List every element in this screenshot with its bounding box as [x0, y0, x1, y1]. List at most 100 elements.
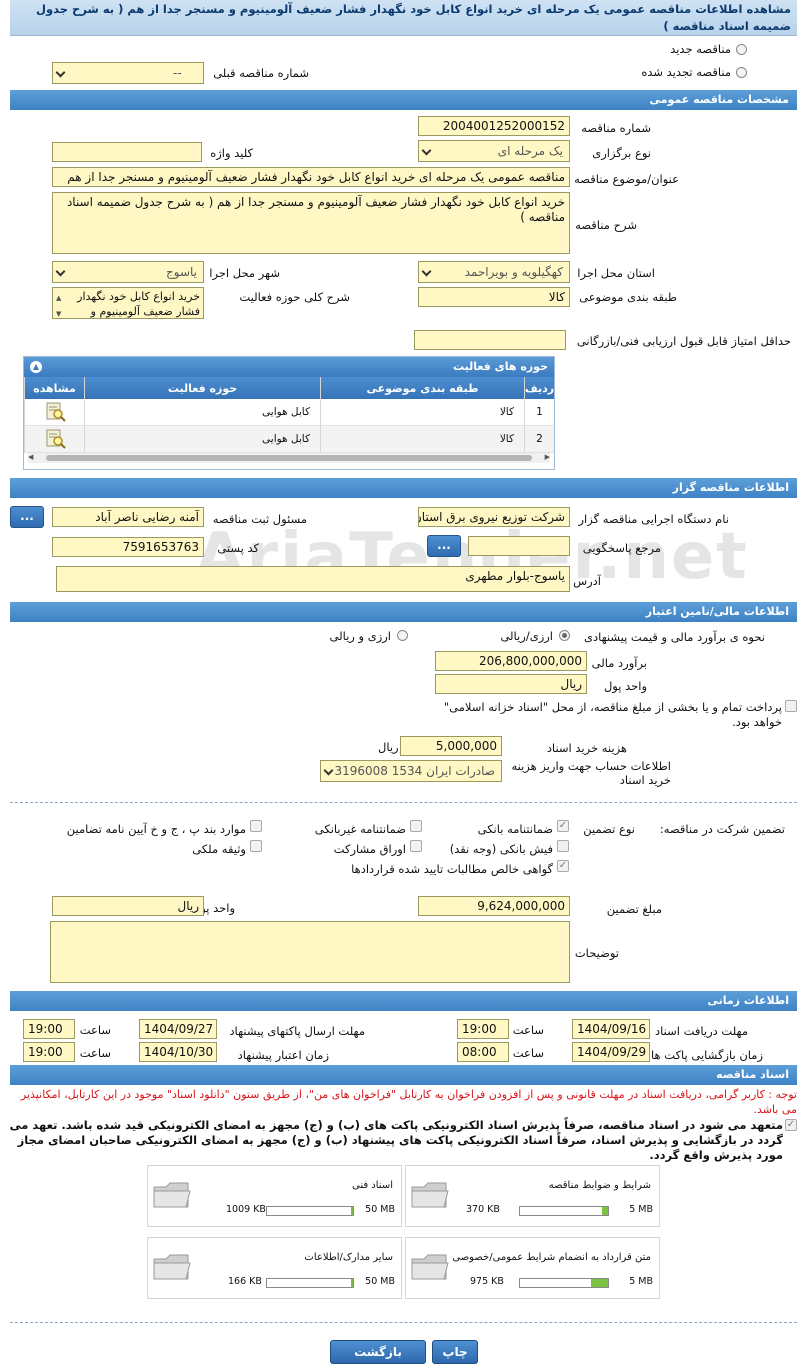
- submit-time[interactable]: 19:00: [23, 1019, 75, 1039]
- province-select[interactable]: کهگیلویه و بویراحمد: [418, 261, 570, 283]
- registrar-lookup-button[interactable]: ...: [10, 506, 44, 528]
- org-label: نام دستگاه اجرایی مناقصه گزار: [578, 512, 729, 526]
- currency-label: واحد پول: [603, 679, 647, 693]
- renewed-tender-radio[interactable]: [736, 67, 747, 78]
- currency-and-rial-label: ارزی و ریالی: [329, 629, 391, 643]
- file-box-contract[interactable]: متن قرارداد به انضمام شرایط عمومی/خصوصی …: [405, 1237, 660, 1299]
- back-button[interactable]: بازگشت: [330, 1340, 426, 1364]
- opening-time[interactable]: 08:00: [457, 1042, 509, 1062]
- address-field[interactable]: یاسوج-بلوار مطهری: [56, 566, 570, 592]
- bylaw-items-label: موارد بند پ ، ج و خ آیین نامه تضامین: [66, 822, 246, 836]
- file-max: 50 MB: [365, 1276, 395, 1287]
- postal-label: کد پستی: [217, 541, 259, 555]
- bank-receipt-checkbox[interactable]: [557, 840, 569, 852]
- collapse-icon[interactable]: ▲: [30, 361, 42, 373]
- net-claims-checkbox[interactable]: ✓: [557, 860, 569, 872]
- category-field[interactable]: کالا: [418, 287, 570, 307]
- validity-date[interactable]: 1404/10/30: [139, 1042, 217, 1062]
- scroll-thumb[interactable]: [46, 455, 532, 461]
- cell-field: کابل هوایی: [84, 426, 320, 452]
- new-tender-radio[interactable]: [736, 44, 747, 55]
- activity-value: خرید انواع کابل خود نگهدار فشار ضعیف آلو…: [77, 290, 200, 318]
- account-select[interactable]: صادرات ایران 1534 3196008: [320, 760, 502, 782]
- province-label: استان محل اجرا: [577, 266, 655, 280]
- reference-field[interactable]: [468, 536, 570, 556]
- validity-time[interactable]: 19:00: [23, 1042, 75, 1062]
- activity-grid-header: ردیف طبقه بندی موضوعی حوزه فعالیت مشاهده: [24, 377, 554, 399]
- type-select[interactable]: یک مرحله ای: [418, 140, 570, 162]
- city-label: شهر محل اجرا: [209, 266, 280, 280]
- doc-fee-label: هزینه خرید اسناد: [546, 741, 627, 755]
- guarantee-amount-field[interactable]: 9,624,000,000: [418, 896, 570, 916]
- file-progress-fill: [591, 1279, 608, 1287]
- postal-field[interactable]: 7591653763: [52, 537, 204, 557]
- currency-rial-radio[interactable]: [559, 630, 570, 641]
- scroll-down-icon[interactable]: ▼: [56, 307, 61, 318]
- org-field[interactable]: شرکت توزیع نیروی برق استان کهگیلویه و بو…: [418, 507, 570, 527]
- finance-section-header: اطلاعات مالی/تامین اعتبار: [10, 602, 797, 622]
- bank-guarantee-label: ضمانتنامه بانکی: [477, 822, 553, 836]
- reference-lookup-button[interactable]: ...: [427, 535, 461, 557]
- estimate-type-label: نحوه ی برآورد مالی و قیمت پیشنهادی: [583, 630, 765, 644]
- treasury-checkbox[interactable]: [785, 700, 797, 712]
- view-document-icon[interactable]: [44, 429, 66, 449]
- doc-receive-label: مهلت دریافت اسناد: [655, 1024, 748, 1038]
- currency-field[interactable]: ریال: [435, 674, 587, 694]
- chevron-down-icon: [421, 145, 432, 156]
- file-name: اسناد فنی: [352, 1180, 393, 1191]
- estimate-label: برآورد مالی: [591, 656, 647, 670]
- opening-date[interactable]: 1404/09/29: [572, 1042, 650, 1062]
- property-collateral-label: وثیقه ملکی: [192, 842, 246, 856]
- currency-and-rial-radio[interactable]: [397, 630, 408, 641]
- activity-grid-title-text: حوزه های فعالیت: [453, 360, 548, 373]
- submit-date[interactable]: 1404/09/27: [139, 1019, 217, 1039]
- tender-number-label: شماره مناقصه: [581, 121, 651, 135]
- doc-receive-time[interactable]: 19:00: [457, 1019, 509, 1039]
- notes-field[interactable]: [50, 921, 570, 983]
- doc-fee-field[interactable]: 5,000,000: [400, 736, 502, 756]
- bank-guarantee-checkbox[interactable]: ✓: [557, 820, 569, 832]
- subject-field[interactable]: مناقصه عمومی یک مرحله ای خرید انواع کابل…: [52, 167, 570, 187]
- min-score-field[interactable]: [414, 330, 566, 350]
- activity-field[interactable]: خرید انواع کابل خود نگهدار فشار ضعیف آلو…: [52, 287, 204, 319]
- subject-label: عنوان/موضوع مناقصه: [574, 172, 679, 186]
- documents-section-header: اسناد مناقصه: [10, 1065, 797, 1085]
- scroll-left-icon[interactable]: ◀: [28, 453, 33, 461]
- registrar-field[interactable]: آمنه رضایی ناصر آباد: [52, 507, 204, 527]
- city-select[interactable]: یاسوج: [52, 261, 204, 283]
- opening-time-label: ساعت: [512, 1046, 544, 1060]
- tender-number-field[interactable]: 2004001252000152: [418, 116, 570, 136]
- file-box-technical[interactable]: اسناد فنی 50 MB 1009 KB: [147, 1165, 402, 1227]
- commitment-text: متعهد می شود در اسناد مناقصه، صرفاً پذیر…: [9, 1118, 783, 1162]
- participation-bonds-label: اوراق مشارکت: [333, 842, 406, 856]
- doc-fee-unit: ریال: [378, 740, 399, 754]
- estimate-field[interactable]: 206,800,000,000: [435, 651, 587, 671]
- submit-time-label: ساعت: [79, 1023, 111, 1037]
- folder-icon: [153, 1254, 191, 1280]
- table-row: 1 کالا کابل هوایی: [24, 399, 554, 426]
- file-box-conditions[interactable]: شرایط و ضوابط مناقصه 5 MB 370 KB: [405, 1165, 660, 1227]
- scroll-right-icon[interactable]: ▶: [545, 453, 550, 461]
- participation-bonds-checkbox[interactable]: [410, 840, 422, 852]
- horizontal-scrollbar[interactable]: ◀ ▶: [28, 453, 550, 463]
- type-label: نوع برگزاری: [592, 146, 651, 160]
- scroll-up-icon[interactable]: ▲: [56, 291, 61, 306]
- non-bank-guarantee-checkbox[interactable]: [410, 820, 422, 832]
- commitment-checkbox[interactable]: ✓: [785, 1119, 797, 1131]
- bank-receipt-label: فیش بانکی (وجه نقد): [449, 842, 553, 856]
- file-box-other[interactable]: سایر مدارک/اطلاعات 50 MB 166 KB: [147, 1237, 402, 1299]
- keyword-label: کلید واژه: [210, 146, 253, 160]
- bylaw-items-checkbox[interactable]: [250, 820, 262, 832]
- col-view: مشاهده: [24, 377, 84, 399]
- guarantee-currency-field[interactable]: ریال: [52, 896, 204, 916]
- doc-receive-date[interactable]: 1404/09/16: [572, 1019, 650, 1039]
- print-button[interactable]: چاپ: [432, 1340, 478, 1364]
- description-field[interactable]: خرید انواع کابل خود نگهدار فشار ضعیف آلو…: [52, 192, 570, 254]
- prev-tender-select[interactable]: --: [52, 62, 204, 84]
- min-score-label: حداقل امتیاز قابل قبول ارزیابی فنی/بازرگ…: [576, 334, 791, 348]
- property-collateral-checkbox[interactable]: [250, 840, 262, 852]
- prev-tender-label: شماره مناقصه قبلی: [213, 66, 309, 80]
- new-tender-label: مناقصه جدید: [670, 42, 731, 56]
- view-document-icon[interactable]: [44, 402, 66, 422]
- keyword-field[interactable]: [52, 142, 202, 162]
